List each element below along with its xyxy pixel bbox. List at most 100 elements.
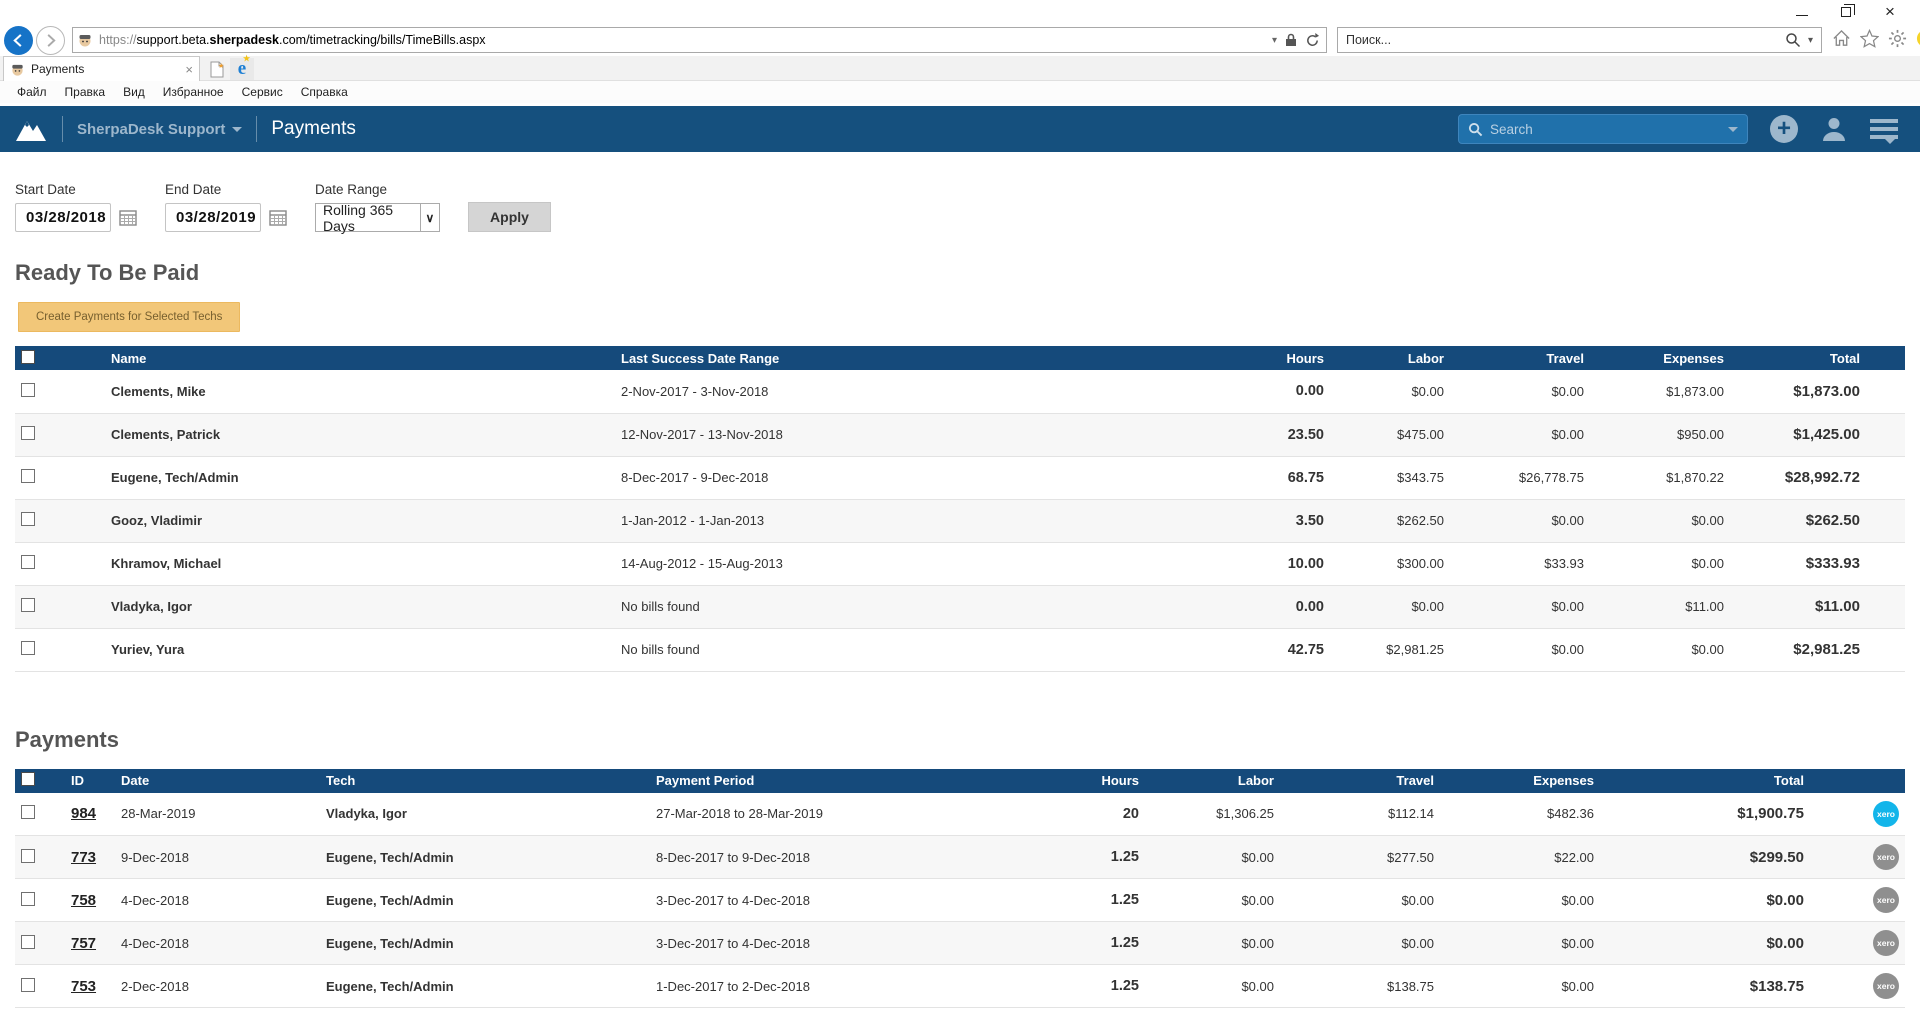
xero-sync-badge[interactable]: xero [1873, 973, 1899, 999]
calendar-icon[interactable] [119, 209, 137, 226]
back-button[interactable] [4, 26, 33, 55]
payment-id-link[interactable]: 758 [71, 892, 96, 909]
end-date-input[interactable]: 03/28/2019 [165, 203, 261, 232]
col-total: Total [1600, 769, 1810, 793]
travel-value: $277.50 [1280, 836, 1440, 879]
window-controls: × [1780, 0, 1912, 24]
date-range-select[interactable]: Rolling 365 Days ∨ [315, 203, 440, 232]
settings-gear-icon[interactable] [1888, 29, 1907, 48]
menu-view[interactable]: Вид [114, 85, 154, 99]
total-value: $1,873.00 [1730, 370, 1905, 413]
url-dropdown-caret[interactable]: ▾ [1272, 35, 1277, 46]
xero-sync-badge[interactable]: xero [1873, 887, 1899, 913]
hours-value: 68.75 [1180, 456, 1330, 499]
row-checkbox[interactable] [21, 849, 35, 863]
menu-edit[interactable]: Правка [56, 85, 115, 99]
browser-search-box[interactable]: Поиск... ▾ [1337, 27, 1822, 53]
home-icon[interactable] [1832, 29, 1851, 48]
minimize-button[interactable] [1780, 0, 1824, 24]
row-checkbox[interactable] [21, 469, 35, 483]
payment-period: 3-Dec-2017 to 4-Dec-2018 [650, 879, 1020, 922]
payments-table: ID Date Tech Payment Period Hours Labor … [15, 769, 1905, 1009]
row-checkbox[interactable] [21, 555, 35, 569]
tab-close-icon[interactable]: × [185, 62, 193, 77]
row-checkbox[interactable] [21, 978, 35, 992]
end-date-label: End Date [165, 182, 287, 197]
xero-sync-badge[interactable]: xero [1873, 930, 1899, 956]
account-switcher[interactable]: SherpaDesk Support [77, 121, 242, 138]
row-checkbox[interactable] [21, 598, 35, 612]
row-checkbox[interactable] [21, 641, 35, 655]
app-search-input[interactable]: Search [1458, 114, 1748, 144]
row-checkbox[interactable] [21, 805, 35, 819]
filter-bar: Start Date 03/28/2018 End Date 03/28/201… [0, 152, 1920, 232]
payment-date: 28-Mar-2019 [115, 793, 320, 836]
payment-id-link[interactable]: 984 [71, 805, 96, 822]
forward-arrow-icon [43, 33, 58, 48]
payment-id-link[interactable]: 757 [71, 935, 96, 952]
favorites-star-icon[interactable] [1860, 29, 1879, 48]
total-value: $1,425.00 [1730, 413, 1905, 456]
start-date-input[interactable]: 03/28/2018 [15, 203, 111, 232]
tab-title: Payments [31, 62, 185, 76]
hours-value: 3.50 [1180, 499, 1330, 542]
open-edge-button[interactable]: e [230, 58, 254, 80]
calendar-icon[interactable] [269, 209, 287, 226]
create-payments-button[interactable]: Create Payments for Selected Techs [18, 302, 240, 332]
labor-value: $0.00 [1145, 879, 1280, 922]
row-checkbox[interactable] [21, 512, 35, 526]
hours-value: 0.00 [1180, 370, 1330, 413]
main-menu-icon[interactable] [1870, 119, 1898, 139]
hours-value: 42.75 [1180, 628, 1330, 671]
tech-name: Vladyka, Igor [320, 793, 650, 836]
user-profile-icon[interactable] [1820, 115, 1848, 143]
address-bar[interactable]: https://support.beta.sherpadesk.com/time… [72, 27, 1327, 53]
apply-button[interactable]: Apply [468, 202, 551, 232]
select-all-checkbox[interactable] [21, 350, 35, 364]
select-chevron-icon: ∨ [420, 204, 439, 231]
search-dropdown-caret[interactable]: ▾ [1808, 35, 1813, 46]
menu-file[interactable]: Файл [8, 85, 56, 99]
payments-section-title: Payments [0, 672, 1920, 753]
last-success-range: 12-Nov-2017 - 13-Nov-2018 [615, 413, 1180, 456]
refresh-icon[interactable] [1305, 33, 1320, 48]
header-divider [62, 116, 63, 142]
xero-sync-badge[interactable]: xero [1873, 844, 1899, 870]
col-period: Payment Period [650, 769, 1020, 793]
menu-tools[interactable]: Сервис [233, 85, 292, 99]
sherpadesk-logo[interactable] [14, 115, 48, 143]
expenses-value: $11.00 [1590, 585, 1730, 628]
row-checkbox[interactable] [21, 935, 35, 949]
tech-name: Khramov, Michael [105, 542, 615, 585]
last-success-range: No bills found [615, 585, 1180, 628]
xero-sync-badge[interactable]: xero [1873, 801, 1899, 827]
new-tab-button[interactable]: ★ [206, 59, 228, 79]
search-scope-caret[interactable] [1728, 127, 1738, 132]
close-button[interactable]: × [1868, 0, 1912, 24]
expenses-value: $950.00 [1590, 413, 1730, 456]
row-checkbox[interactable] [21, 892, 35, 906]
labor-value: $0.00 [1145, 922, 1280, 965]
select-all-checkbox[interactable] [21, 772, 35, 786]
tab-payments[interactable]: Payments × [3, 56, 200, 81]
feedback-smiley-icon[interactable] [1916, 29, 1920, 48]
payments-table-row: 984 28-Mar-2019 Vladyka, Igor 27-Mar-201… [15, 793, 1905, 836]
add-new-button[interactable]: + [1770, 115, 1798, 143]
payment-id-link[interactable]: 773 [71, 849, 96, 866]
search-icon[interactable] [1785, 32, 1801, 48]
expenses-value: $0.00 [1440, 922, 1600, 965]
payment-date: 4-Dec-2018 [115, 879, 320, 922]
expenses-value: $1,873.00 [1590, 370, 1730, 413]
expenses-value: $0.00 [1590, 499, 1730, 542]
menu-favorites[interactable]: Избранное [154, 85, 233, 99]
row-checkbox[interactable] [21, 383, 35, 397]
forward-button[interactable] [36, 26, 65, 55]
ready-table-row: Vladyka, Igor No bills found 0.00 $0.00 … [15, 585, 1905, 628]
menu-help[interactable]: Справка [292, 85, 357, 99]
restore-button[interactable] [1824, 0, 1868, 24]
travel-value: $0.00 [1450, 413, 1590, 456]
payment-date: 9-Dec-2018 [115, 836, 320, 879]
payment-id-link[interactable]: 753 [71, 978, 96, 995]
url-text: https://support.beta.sherpadesk.com/time… [99, 33, 1272, 47]
row-checkbox[interactable] [21, 426, 35, 440]
